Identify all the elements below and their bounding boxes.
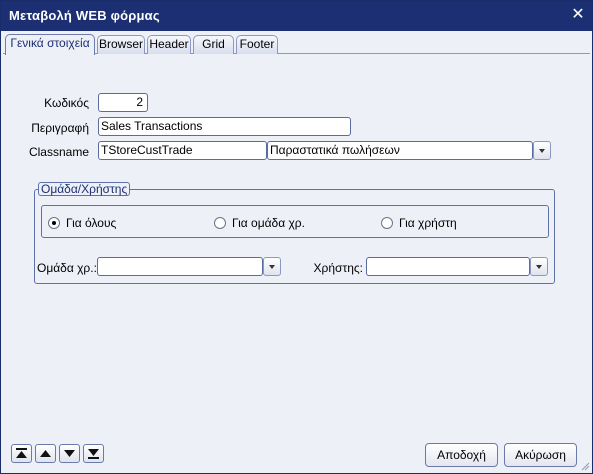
- dialog-window: Μεταβολή WEB φόρμας ✕ Γενικά στοιχεία Br…: [0, 0, 593, 474]
- next-record-button[interactable]: [59, 444, 80, 463]
- code-label: Κωδικός: [44, 96, 89, 110]
- group-legend: Ομάδα/Χρήστης: [38, 182, 131, 196]
- radio-unchecked-icon: [381, 217, 393, 229]
- tab-grid[interactable]: Grid: [193, 35, 234, 54]
- user-group-dropdown-button[interactable]: [263, 257, 281, 276]
- tab-general[interactable]: Γενικά στοιχεία: [5, 34, 95, 55]
- first-icon: [16, 448, 27, 458]
- radio-for-group-label: Για ομάδα χρ.: [232, 216, 305, 230]
- first-record-button[interactable]: [11, 444, 32, 463]
- up-icon: [40, 450, 51, 457]
- tab-footer[interactable]: Footer: [236, 35, 278, 54]
- classname-field[interactable]: TStoreCustTrade: [98, 141, 267, 160]
- tab-browser[interactable]: Browser: [97, 35, 145, 54]
- radio-checked-icon: [48, 217, 60, 229]
- radio-for-user[interactable]: Για χρήστη: [381, 216, 457, 230]
- user-label: Χρήστης:: [313, 261, 363, 275]
- user-dropdown-button[interactable]: [530, 257, 548, 276]
- radio-unchecked-icon: [214, 217, 226, 229]
- description-field[interactable]: Sales Transactions: [98, 117, 351, 136]
- cancel-button[interactable]: Ακύρωση: [504, 443, 577, 467]
- radio-for-user-label: Για χρήστη: [399, 216, 457, 230]
- last-icon: [88, 449, 99, 459]
- description-label: Περιγραφή: [31, 121, 89, 135]
- user-select[interactable]: [366, 257, 530, 276]
- user-group-label: Ομάδα χρ.:: [37, 261, 97, 275]
- classname-dropdown-button[interactable]: [533, 141, 551, 160]
- radio-for-group[interactable]: Για ομάδα χρ.: [214, 216, 305, 230]
- window-title: Μεταβολή WEB φόρμας: [9, 8, 160, 23]
- radio-for-all-label: Για όλους: [66, 216, 117, 230]
- close-icon[interactable]: ✕: [570, 6, 586, 24]
- title-bar[interactable]: Μεταβολή WEB φόρμας ✕: [1, 1, 592, 31]
- tab-header[interactable]: Header: [147, 35, 191, 54]
- resize-grip-icon[interactable]: [580, 461, 590, 471]
- radio-for-all[interactable]: Για όλους: [48, 216, 116, 230]
- down-icon: [64, 450, 75, 457]
- code-field[interactable]: 2: [98, 93, 148, 112]
- accept-button[interactable]: Αποδοχή: [425, 443, 498, 467]
- previous-record-button[interactable]: [35, 444, 56, 463]
- classname-label: Classname: [28, 145, 89, 159]
- last-record-button[interactable]: [83, 444, 104, 463]
- user-group-select[interactable]: [97, 257, 263, 276]
- classname-description-select[interactable]: Παραστατικά πωλήσεων: [267, 141, 533, 160]
